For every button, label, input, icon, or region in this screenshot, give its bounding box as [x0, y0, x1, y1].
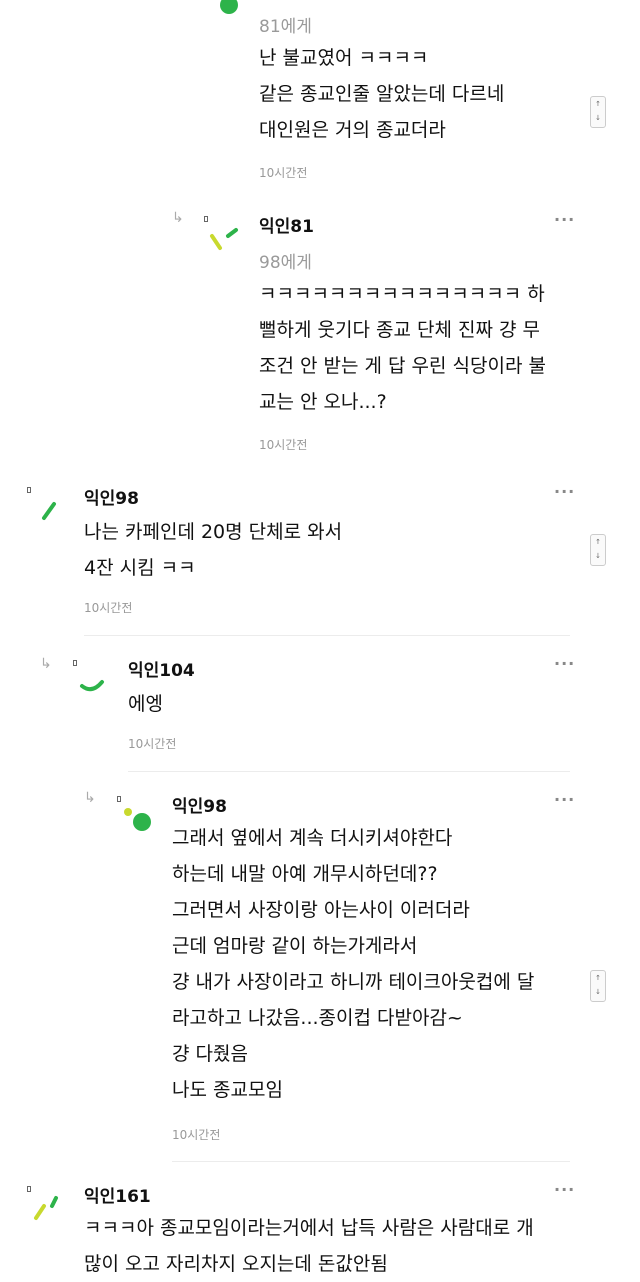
comment-text: 근데 엄마랑 같이 하는가게라서 [172, 935, 418, 957]
comment-text: ㅋㅋㅋ아 종교모임이라는거에서 납득 사람은 사람대로 개 [84, 1217, 534, 1239]
comment-text: 나는 카페인데 20명 단체로 와서 [84, 521, 343, 543]
comment-author[interactable]: 익인161 [84, 1182, 151, 1207]
divider [84, 635, 570, 636]
scroll-button[interactable]: ↑ ↓ [590, 534, 606, 566]
timestamp: 10시간전 [128, 737, 177, 751]
comment-text: 걍 내가 사장이라고 하니까 테이크아웃컵에 달 [172, 971, 535, 993]
comment-text: 그러면서 사장이랑 아는사이 이러더라 [172, 899, 470, 921]
mention-label: 98에게 [259, 253, 312, 273]
image-icon [117, 796, 121, 802]
avatar-icon [80, 680, 104, 692]
image-icon [73, 660, 77, 666]
avatar-icon [220, 0, 238, 14]
reply-arrow-icon: ↳ [172, 210, 184, 226]
comment-text: 많이 오고 자리차지 오지는데 돈값안됨 [84, 1253, 388, 1275]
comment-text: 조건 안 받는 게 답 우린 식당이라 불 [259, 355, 546, 377]
comment-text: 하는데 내말 아예 개무시하던데?? [172, 863, 438, 885]
avatar-icon [210, 228, 238, 250]
avatar-icon [124, 808, 151, 831]
avatar-icon [34, 1196, 58, 1220]
comment-author[interactable]: 익인104 [128, 656, 195, 681]
image-icon [204, 216, 208, 222]
mention-label: 81에게 [259, 17, 312, 37]
comment-text: 걍 다줬음 [172, 1043, 248, 1065]
comment-text: 난 불교였어 ㅋㅋㅋㅋ [259, 47, 429, 69]
comment-text: 같은 종교인줄 알았는데 다르네 [259, 83, 505, 105]
comment-text: 교는 안 오나...? [259, 391, 387, 413]
timestamp: 10시간전 [259, 166, 308, 180]
more-options-button[interactable]: ··· [554, 654, 575, 673]
more-options-button[interactable]: ··· [554, 790, 575, 809]
comment-text: 대인원은 거의 종교더라 [259, 119, 446, 141]
comment-author[interactable]: 익인81 [259, 212, 314, 237]
more-options-button[interactable]: ··· [554, 210, 575, 229]
more-options-button[interactable]: ··· [554, 482, 575, 501]
more-options-button[interactable]: ··· [554, 1180, 575, 1199]
comment-text: 4잔 시킴 ㅋㅋ [84, 557, 196, 579]
image-icon [27, 487, 31, 493]
timestamp: 10시간전 [172, 1128, 221, 1142]
comment-author[interactable]: 익인98 [84, 484, 139, 509]
timestamp: 10시간전 [259, 438, 308, 452]
reply-arrow-icon: ↳ [40, 656, 52, 672]
comment-author[interactable]: 익인98 [172, 792, 227, 817]
scroll-button[interactable]: ↑ ↓ [590, 970, 606, 1002]
divider [172, 1161, 570, 1162]
scroll-button[interactable]: ↑ ↓ [590, 96, 606, 128]
comment-text: 그래서 옆에서 계속 더시키셔야한다 [172, 827, 453, 849]
comment-text: 라고하고 나갔음...종이컵 다받아감~ [172, 1007, 463, 1029]
comment-text: 나도 종교모임 [172, 1079, 283, 1101]
comment-text: 에엥 [128, 693, 163, 715]
image-icon [27, 1186, 31, 1192]
timestamp: 10시간전 [84, 601, 133, 615]
avatar-icon [42, 502, 56, 520]
reply-arrow-icon: ↳ [84, 790, 96, 806]
divider [128, 771, 570, 772]
comment-text: 뻘하게 웃기다 종교 단체 진짜 걍 무 [259, 319, 540, 341]
comment-text: ㅋㅋㅋㅋㅋㅋㅋㅋㅋㅋㅋㅋㅋㅋㅋ 하 [259, 283, 545, 305]
